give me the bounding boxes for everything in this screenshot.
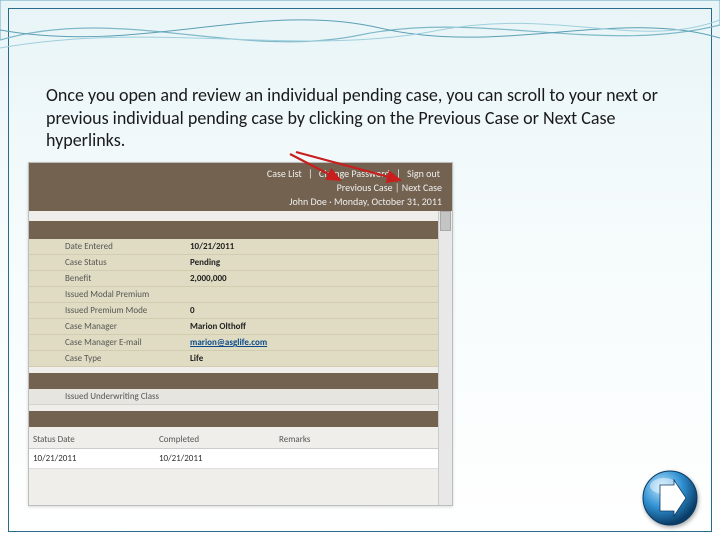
sep: | [306,167,317,180]
col-completed: Completed [159,434,279,445]
sep: | [395,181,402,194]
previous-case-link[interactable]: Previous Case [337,181,393,194]
field-value: marion@asglife.com [184,337,267,348]
field-row: Case ManagerMarion Olthoff [29,319,452,335]
col-remarks: Remarks [279,434,379,445]
scroll-thumb[interactable] [440,211,451,231]
sep: | [394,167,405,180]
section-bar-2 [29,373,452,389]
field-value: 0 [184,305,195,316]
next-case-link[interactable]: Next Case [402,181,442,194]
header-links-row1: Case List | Change Password | Sign out [265,167,442,180]
field-row: Benefit2,000,000 [29,271,452,287]
change-password-link[interactable]: Change Password [317,167,392,180]
field-row: Case TypeLife [29,351,452,367]
field-label: Case Status [29,257,184,268]
field-row: Case Manager E-mail marion@asglife.com [29,335,452,351]
field-row: Case StatusPending [29,255,452,271]
scrollbar[interactable] [438,211,452,505]
field-label: Issued Modal Premium [29,289,184,300]
header-links-row2: Previous Case | Next Case [337,181,442,194]
case-fields: Date Entered10/21/2011 Case StatusPendin… [29,239,452,367]
uw-row: Issued Underwriting Class [29,389,452,405]
field-label: Case Manager E-mail [29,337,184,348]
field-row: Date Entered10/21/2011 [29,239,452,255]
status-data-row: 10/21/2011 10/21/2011 [29,449,452,469]
sign-out-link[interactable]: Sign out [405,167,442,180]
field-label: Benefit [29,273,184,284]
instruction-text: Once you open and review an individual p… [46,84,676,152]
email-link[interactable]: marion@asglife.com [190,337,267,348]
section-bar-3 [29,411,452,427]
field-label: Date Entered [29,241,184,252]
field-value: Pending [184,257,220,268]
status-header-row: Status Date Completed Remarks [29,427,452,449]
field-row: Issued Modal Premium [29,287,452,303]
col-status-date: Status Date [29,434,159,445]
field-label: Issued Premium Mode [29,305,184,316]
field-label: Case Manager [29,321,184,332]
field-value: 10/21/2011 [184,241,234,252]
field-label: Case Type [29,353,184,364]
user-name: John Doe [289,195,327,208]
field-value: 2,000,000 [184,273,227,284]
cell-completed: 10/21/2011 [159,453,279,464]
app-header: Case List | Change Password | Sign out P… [29,163,452,211]
user-date-line: John Doe · Monday, October 31, 2011 [289,195,442,208]
section-bar-1 [29,221,452,239]
field-value: Marion Olthoff [184,321,246,332]
decorative-waves [0,0,720,70]
field-row: Issued Premium Mode0 [29,303,452,319]
cell-status-date: 10/21/2011 [29,453,159,464]
app-screenshot: Case List | Change Password | Sign out P… [28,162,453,506]
current-date: Monday, October 31, 2011 [334,195,442,208]
case-list-link[interactable]: Case List [265,167,304,180]
uw-label: Issued Underwriting Class [29,391,219,402]
next-slide-button[interactable] [640,468,700,528]
field-value: Life [184,353,203,364]
